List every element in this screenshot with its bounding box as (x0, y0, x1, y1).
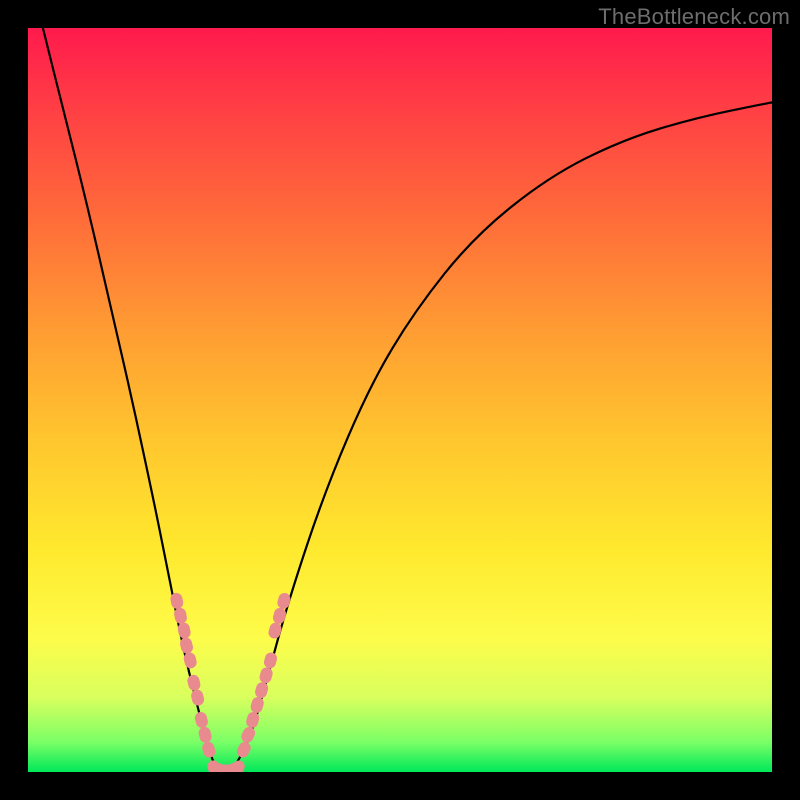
plot-area (28, 28, 772, 772)
bottleneck-curve (43, 28, 772, 772)
outer-frame: TheBottleneck.com (0, 0, 800, 800)
marker-dot (239, 725, 257, 745)
marker-dot (190, 688, 206, 706)
marker-dot (276, 592, 292, 611)
watermark-text: TheBottleneck.com (598, 4, 790, 30)
curve-layer (43, 28, 772, 772)
marker-dot (201, 740, 217, 759)
marker-dot (194, 711, 210, 729)
marker-dot (254, 681, 270, 700)
marker-dot (235, 740, 253, 760)
chart-svg (28, 28, 772, 772)
marker-dot (249, 696, 265, 715)
marker-dot (197, 726, 213, 744)
marker-dot (267, 621, 283, 640)
marker-dot (263, 651, 279, 670)
marker-dot (186, 673, 202, 691)
marker-dot (272, 607, 288, 626)
marker-layer (169, 592, 291, 772)
marker-dot (258, 666, 274, 685)
